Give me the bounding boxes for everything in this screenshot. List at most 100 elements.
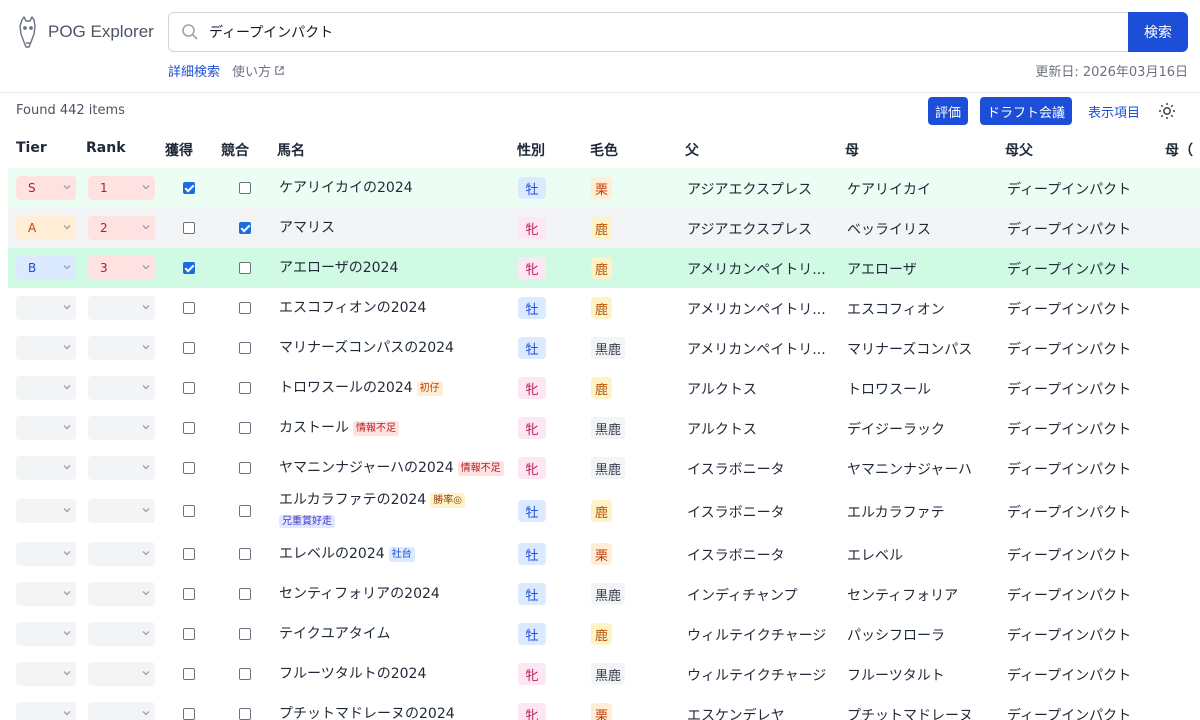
- col-header-conflict[interactable]: 競合: [221, 140, 249, 160]
- conflict-checkbox[interactable]: [239, 668, 251, 680]
- table-row[interactable]: B 3 アエローザの2024 牝 鹿 アメリカンペイトリ... アエローザ ディープインパクト: [8, 248, 1200, 288]
- table-row[interactable]: カストール 情報不足 牝 黒鹿 アルクトス デイジーラック ディープインパクト: [8, 408, 1200, 448]
- acquired-checkbox[interactable]: [183, 668, 195, 680]
- acquired-checkbox[interactable]: [183, 382, 195, 394]
- horse-name[interactable]: ヤマニンナジャーハの2024: [279, 459, 454, 477]
- tier-select[interactable]: [16, 416, 76, 440]
- rank-select[interactable]: 2: [88, 216, 155, 240]
- col-header-tier[interactable]: Tier: [16, 140, 47, 156]
- col-header-rank[interactable]: Rank: [86, 140, 126, 156]
- col-header-coat[interactable]: 毛色: [590, 140, 618, 160]
- tier-select[interactable]: [16, 662, 76, 686]
- tier-select[interactable]: [16, 336, 76, 360]
- col-header-damsire[interactable]: 母父: [1005, 140, 1033, 160]
- conflict-checkbox[interactable]: [239, 302, 251, 314]
- conflict-checkbox[interactable]: [239, 708, 251, 720]
- horse-name[interactable]: アエローザの2024: [279, 259, 398, 277]
- col-header-dam-more[interactable]: 母（: [1165, 140, 1193, 160]
- conflict-checkbox[interactable]: [239, 342, 251, 354]
- horse-name[interactable]: プチットマドレーヌの2024: [279, 705, 455, 720]
- help-link[interactable]: 使い方: [232, 61, 285, 80]
- conflict-checkbox[interactable]: [239, 222, 251, 234]
- tier-select[interactable]: S: [16, 176, 76, 200]
- advanced-search-link[interactable]: 詳細検索: [168, 61, 220, 80]
- sun-icon[interactable]: [1158, 102, 1176, 120]
- rank-select[interactable]: 1: [88, 176, 155, 200]
- horse-name[interactable]: フルーツタルトの2024: [279, 665, 426, 683]
- conflict-checkbox[interactable]: [239, 462, 251, 474]
- conflict-checkbox[interactable]: [239, 628, 251, 640]
- acquired-checkbox[interactable]: [183, 548, 195, 560]
- col-header-dam[interactable]: 母: [845, 140, 859, 160]
- horse-name[interactable]: トロワスールの2024: [279, 379, 413, 397]
- table-row[interactable]: マリナーズコンパスの2024 牡 黒鹿 アメリカンペイトリ... マリナーズコンパス ディ…: [8, 328, 1200, 368]
- display-columns-link[interactable]: 表示項目: [1088, 102, 1140, 121]
- rank-select[interactable]: [88, 376, 155, 400]
- tier-select[interactable]: A: [16, 216, 76, 240]
- app-logo[interactable]: POG Explorer: [16, 16, 154, 48]
- tier-select[interactable]: [16, 542, 76, 566]
- conflict-checkbox[interactable]: [239, 548, 251, 560]
- tier-select[interactable]: [16, 296, 76, 320]
- horse-name[interactable]: ケアリイカイの2024: [279, 179, 413, 197]
- horse-name[interactable]: エスコフィオンの2024: [279, 299, 426, 317]
- tier-select[interactable]: [16, 376, 76, 400]
- col-header-acquired[interactable]: 獲得: [165, 140, 193, 160]
- rank-select[interactable]: 3: [88, 256, 155, 280]
- search-input[interactable]: [209, 24, 1109, 40]
- tier-select[interactable]: [16, 702, 76, 720]
- horse-name[interactable]: カストール: [279, 419, 349, 437]
- table-row[interactable]: ヤマニンナジャーハの2024 情報不足牝 黒鹿 イスラボニータ ヤマニンナジャーハ ディー…: [8, 448, 1200, 488]
- table-row[interactable]: エルカラファテの2024 勝率◎ 兄重賞好走 牡 鹿 イスラボニータ エルカラファテ ディープ…: [8, 488, 1200, 534]
- conflict-checkbox[interactable]: [239, 382, 251, 394]
- rank-select[interactable]: [88, 702, 155, 720]
- table-row[interactable]: テイクユアタイム 牡 鹿 ウィルテイクチャージ パッシフローラ ディープインパクト: [8, 614, 1200, 654]
- rank-select[interactable]: [88, 296, 155, 320]
- col-header-sire[interactable]: 父: [685, 140, 699, 160]
- acquired-checkbox[interactable]: [183, 708, 195, 720]
- tier-select[interactable]: [16, 622, 76, 646]
- conflict-checkbox[interactable]: [239, 588, 251, 600]
- table-row[interactable]: トロワスールの2024 初仔 牝 鹿 アルクトス トロワスール ディープインパクト: [8, 368, 1200, 408]
- tier-select[interactable]: [16, 456, 76, 480]
- horse-name[interactable]: アマリス: [279, 219, 335, 237]
- acquired-checkbox[interactable]: [183, 628, 195, 640]
- table-row[interactable]: A 2 アマリス 牝 鹿 アジアエクスプレス ベッライリス ディープインパクト: [8, 208, 1200, 248]
- acquired-checkbox[interactable]: [183, 422, 195, 434]
- table-row[interactable]: センティフォリアの2024 牡 黒鹿 インディチャンプ センティフォリア ディープインパク…: [8, 574, 1200, 614]
- rank-select[interactable]: [88, 542, 155, 566]
- acquired-checkbox[interactable]: [183, 342, 195, 354]
- table-row[interactable]: プチットマドレーヌの2024 牝 栗 エスケンデレヤ プチットマドレーヌ ディープインパク…: [8, 694, 1200, 720]
- col-header-name[interactable]: 馬名: [277, 140, 305, 160]
- col-header-sex[interactable]: 性別: [517, 140, 545, 160]
- conflict-checkbox[interactable]: [239, 182, 251, 194]
- table-row[interactable]: エスコフィオンの2024 牡 鹿 アメリカンペイトリ... エスコフィオン ディープインパ…: [8, 288, 1200, 328]
- rank-select[interactable]: [88, 499, 155, 523]
- horse-name[interactable]: マリナーズコンパスの2024: [279, 339, 454, 357]
- horse-name[interactable]: テイクユアタイム: [279, 625, 390, 643]
- horse-name[interactable]: センティフォリアの2024: [279, 585, 440, 603]
- rank-select[interactable]: [88, 582, 155, 606]
- tier-select[interactable]: [16, 582, 76, 606]
- acquired-checkbox[interactable]: [183, 462, 195, 474]
- draft-meeting-button[interactable]: ドラフト会議: [980, 97, 1073, 125]
- acquired-checkbox[interactable]: [183, 182, 195, 194]
- rank-select[interactable]: [88, 662, 155, 686]
- table-row[interactable]: S 1 ケアリイカイの2024 牡 栗 アジアエクスプレス ケアリイカイ ディープインパクト: [8, 168, 1200, 208]
- acquired-checkbox[interactable]: [183, 302, 195, 314]
- rank-select[interactable]: [88, 416, 155, 440]
- table-row[interactable]: フルーツタルトの2024 牝 黒鹿 ウィルテイクチャージ フルーツタルト ディープインパク…: [8, 654, 1200, 694]
- horse-name[interactable]: エルカラファテの2024: [279, 491, 426, 509]
- tier-select[interactable]: B: [16, 256, 76, 280]
- rank-select[interactable]: [88, 622, 155, 646]
- acquired-checkbox[interactable]: [183, 588, 195, 600]
- conflict-checkbox[interactable]: [239, 422, 251, 434]
- acquired-checkbox[interactable]: [183, 505, 195, 517]
- conflict-checkbox[interactable]: [239, 262, 251, 274]
- horse-name[interactable]: エレベルの2024: [279, 545, 385, 563]
- search-button[interactable]: 検索: [1128, 12, 1188, 52]
- conflict-checkbox[interactable]: [239, 505, 251, 517]
- tier-select[interactable]: [16, 499, 76, 523]
- rank-select[interactable]: [88, 336, 155, 360]
- table-row[interactable]: エレベルの2024 社台 牡 栗 イスラボニータ エレベル ディープインパクト: [8, 534, 1200, 574]
